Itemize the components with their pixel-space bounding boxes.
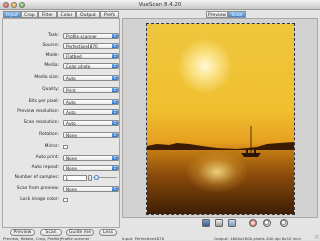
select-arrows-icon <box>112 186 118 191</box>
tab-color[interactable]: Color <box>57 11 76 18</box>
media-row: Media: Color photo <box>3 62 121 70</box>
number-of-samples-stepper[interactable] <box>88 174 92 181</box>
auto-repeat-value: None <box>66 165 77 171</box>
vuescan-window: VueScan 8.4.20 Input Crop Filter Color O… <box>0 0 320 241</box>
select-arrows-icon <box>112 43 118 48</box>
tab-crop[interactable]: Crop <box>21 11 38 18</box>
rotate-icon[interactable] <box>249 219 257 227</box>
select-arrows-icon <box>112 33 118 38</box>
mirror-label: Mirror: <box>44 144 59 149</box>
preview-resolution-row: Preview resolution: Auto <box>3 108 121 116</box>
bits-per-pixel-select[interactable]: Auto <box>63 98 119 105</box>
media-size-select[interactable]: Auto <box>63 74 119 81</box>
source-select[interactable]: Perfection4870 <box>63 42 119 49</box>
lock-image-color-row: Lock image color: <box>3 196 121 204</box>
auto-print-select[interactable]: None <box>63 154 119 161</box>
auto-repeat-select[interactable]: None <box>63 164 119 171</box>
settings-panel: Task: Profile scanner Source: Perfection… <box>2 18 120 228</box>
preview-resolution-label: Preview resolution: <box>17 109 59 114</box>
quality-select[interactable]: Print <box>63 86 119 93</box>
mirror-row: Mirror: <box>3 143 121 151</box>
number-of-samples-label: Number of samples: <box>14 175 59 180</box>
resize-grip[interactable] <box>315 235 319 239</box>
mode-label: Mode: <box>45 53 59 58</box>
scan-from-preview-row: Scan from preview: None <box>3 185 121 193</box>
tab-output[interactable]: Output <box>76 11 100 18</box>
select-arrows-icon <box>112 87 118 92</box>
source-row: Source: Perfection4870 <box>3 42 121 50</box>
lock-image-color-checkbox[interactable] <box>63 197 68 202</box>
media-size-label: Media size: <box>34 75 59 80</box>
bits-per-pixel-value: Auto <box>66 99 76 105</box>
zoom-out-icon[interactable] <box>280 219 288 227</box>
task-select[interactable]: Profile scanner <box>63 32 119 39</box>
media-size-row: Media size: Auto <box>3 74 121 82</box>
bits-per-pixel-label: Bits per pixel: <box>28 99 59 104</box>
quality-value: Print <box>66 87 76 93</box>
select-arrows-icon <box>112 75 118 80</box>
scan-from-preview-value: None <box>66 186 77 192</box>
quality-row: Quality: Print <box>3 86 121 94</box>
media-value: Color photo <box>66 63 91 69</box>
scan-resolution-label: Scan resolution: <box>23 120 59 125</box>
tab-prefs[interactable]: Prefs <box>100 11 119 18</box>
mode-row: Mode: Flatbed <box>3 52 121 60</box>
preview-resolution-value: Auto <box>66 109 76 115</box>
rotation-row: Rotation: None <box>3 131 121 139</box>
tab-scan[interactable]: Scan <box>228 11 246 18</box>
scan-resolution-row: Scan resolution: Auto <box>3 119 121 127</box>
scan-resolution-value: Auto <box>66 120 76 126</box>
scan-from-preview-label: Scan from preview: <box>16 186 59 191</box>
auto-print-row: Auto print: None <box>3 154 121 162</box>
number-of-samples-field[interactable]: 1 <box>63 174 87 181</box>
save-icon[interactable] <box>202 219 210 227</box>
less-button[interactable]: Less <box>99 229 117 236</box>
tab-preview[interactable]: Preview <box>206 11 228 18</box>
auto-repeat-row: Auto repeat: None <box>3 164 121 172</box>
rotation-value: None <box>66 132 77 138</box>
source-value: Perfection4870 <box>66 43 98 49</box>
media-select[interactable]: Color photo <box>63 62 119 69</box>
auto-print-label: Auto print: <box>35 155 59 160</box>
print-icon[interactable] <box>215 219 223 227</box>
preview-resolution-select[interactable]: Auto <box>63 108 119 115</box>
select-arrows-icon <box>112 120 118 125</box>
mode-select[interactable]: Flatbed <box>63 52 119 59</box>
tab-filter[interactable]: Filter <box>38 11 57 18</box>
select-arrows-icon <box>112 165 118 170</box>
bits-per-pixel-row: Bits per pixel: Auto <box>3 98 121 106</box>
select-arrows-icon <box>112 63 118 68</box>
mail-icon[interactable] <box>228 219 236 227</box>
rotation-select[interactable]: None <box>63 131 119 138</box>
select-arrows-icon <box>112 155 118 160</box>
quality-label: Quality: <box>42 87 59 92</box>
media-label: Media: <box>44 63 59 68</box>
tab-input[interactable]: Input <box>3 11 21 18</box>
title-bar[interactable]: VueScan 8.4.20 <box>0 0 320 10</box>
rotation-label: Rotation: <box>39 132 59 137</box>
scan-from-preview-select[interactable]: None <box>63 185 119 192</box>
task-label: Task: <box>48 33 59 38</box>
scan-resolution-select[interactable]: Auto <box>63 119 119 126</box>
crop-box[interactable] <box>146 23 295 215</box>
zoom-in-icon[interactable] <box>263 219 271 227</box>
auto-repeat-label: Auto repeat: <box>31 165 59 170</box>
select-arrows-icon <box>112 109 118 114</box>
mode-value: Flatbed <box>66 53 82 59</box>
number-of-samples-row: Number of samples: 1 <box>3 174 121 182</box>
select-arrows-icon <box>112 132 118 137</box>
task-row: Task: Profile scanner <box>3 32 121 40</box>
lock-image-color-label: Lock image color: <box>20 197 59 202</box>
select-arrows-icon <box>112 99 118 104</box>
media-size-value: Auto <box>66 75 76 81</box>
window-title: VueScan 8.4.20 <box>138 1 182 8</box>
mirror-checkbox[interactable] <box>63 144 68 149</box>
number-of-samples-slider-knob[interactable] <box>94 175 99 180</box>
auto-print-value: None <box>66 155 77 161</box>
task-value: Profile scanner <box>66 33 98 39</box>
select-arrows-icon <box>112 53 118 58</box>
source-label: Source: <box>42 43 59 48</box>
